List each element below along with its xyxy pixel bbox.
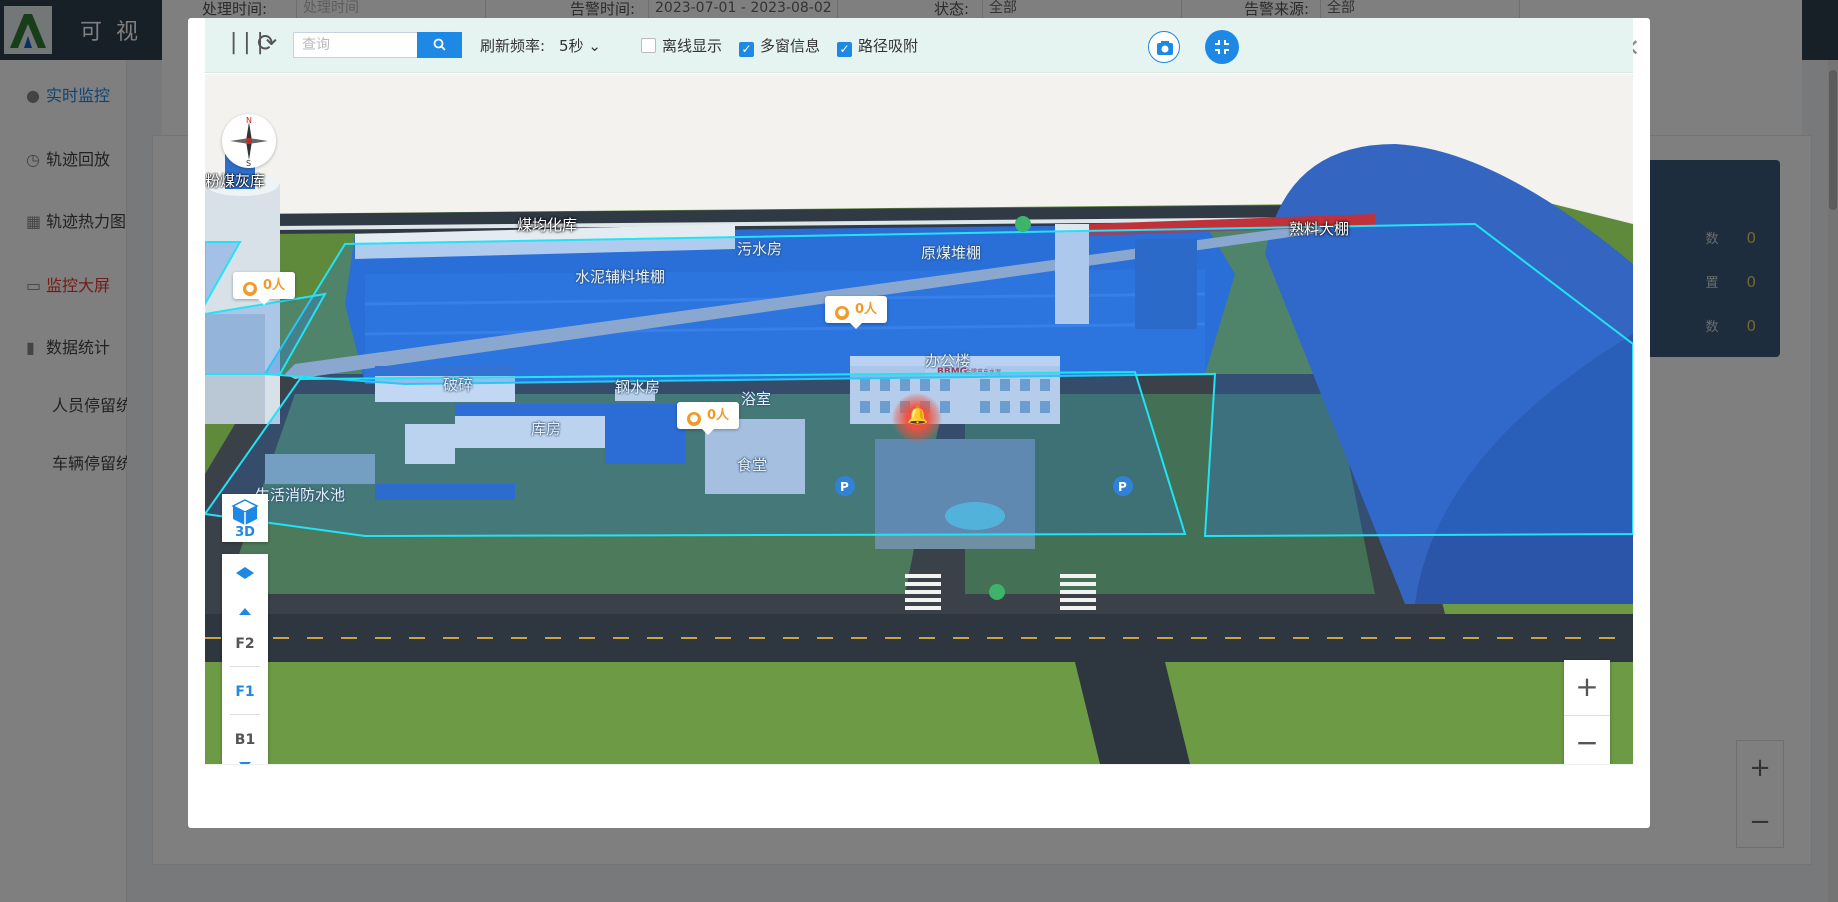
map-label-coal-house[interactable]: 煤均化库: [517, 214, 577, 235]
map-label-pump[interactable]: 钢水房: [615, 376, 660, 397]
chevron-down-icon: ⌄: [588, 37, 601, 55]
map-label-clinker-shed[interactable]: 熟料大棚: [1289, 218, 1349, 239]
compass[interactable]: N S: [222, 114, 276, 168]
refresh-icon[interactable]: ⟳: [257, 30, 281, 56]
zoom-in-button[interactable]: +: [1564, 660, 1610, 714]
zone-person-count[interactable]: ● 0人: [233, 272, 296, 305]
map-footer: [205, 764, 1633, 810]
map-label-canteen[interactable]: 食堂: [737, 454, 767, 475]
map-toolbar: ||| ⟳ 刷新频率: 5秒 ⌄ 离线显示 ✓多窗信息 ✓路径吸附: [205, 18, 1633, 73]
offline-display-checkbox[interactable]: 离线显示: [641, 35, 722, 56]
map-label-cement-shed[interactable]: 水泥辅料堆棚: [575, 266, 665, 287]
compass-north: N: [246, 116, 252, 125]
checkbox-unchecked[interactable]: [641, 38, 656, 53]
search-input[interactable]: [293, 32, 418, 58]
map-label-office[interactable]: 办公楼: [925, 350, 970, 371]
map-label-raw-coal[interactable]: 原煤堆棚: [921, 242, 981, 263]
refresh-rate-select[interactable]: 5秒 ⌄: [559, 35, 601, 56]
layers-icon[interactable]: [235, 566, 255, 580]
zoom-out-button[interactable]: −: [1564, 715, 1610, 764]
search-icon: [433, 38, 446, 51]
checkbox-checked-icon[interactable]: ✓: [739, 42, 754, 57]
floor-divider: [230, 666, 260, 667]
camera-icon[interactable]: [1148, 31, 1180, 63]
alarm-marker[interactable]: 🔔: [892, 393, 942, 443]
parking-icon: P: [840, 480, 849, 494]
floor-f2[interactable]: F2: [222, 636, 268, 652]
compass-south: S: [246, 159, 251, 168]
floor-f1[interactable]: F1: [222, 684, 268, 700]
map-label-sewage[interactable]: 污水房: [737, 238, 782, 259]
path-snap-checkbox[interactable]: ✓ 路径吸附: [837, 35, 918, 57]
person-icon: ●: [687, 412, 701, 426]
map-label-fly-ash[interactable]: 粉煤灰库: [205, 170, 265, 191]
person-icon: ●: [243, 282, 257, 296]
3d-map-viewport[interactable]: BBMG 金隅冀东水泥: [205, 74, 1633, 764]
search-button[interactable]: [417, 32, 462, 58]
compass-icon: N S: [230, 116, 268, 168]
zone-person-count[interactable]: ● 0人: [677, 402, 740, 435]
map-panel: ||| ⟳ 刷新频率: 5秒 ⌄ 离线显示 ✓多窗信息 ✓路径吸附: [205, 18, 1633, 810]
map-label-warehouse[interactable]: 库房: [531, 418, 561, 439]
floor-up-icon[interactable]: [239, 608, 251, 615]
person-icon: ●: [835, 306, 849, 320]
zone-person-count[interactable]: ● 0人: [825, 296, 888, 329]
map-zoom-control: + −: [1564, 660, 1610, 764]
refresh-rate-label: 刷新频率:: [480, 37, 546, 55]
floor-selector: F2 F1 B1: [222, 554, 268, 764]
exit-fullscreen-icon[interactable]: [1205, 30, 1239, 64]
view-mode-label: 3D: [235, 525, 255, 540]
multi-window-checkbox[interactable]: ✓ 多窗信息: [739, 35, 820, 57]
map-modal: ✕ ||| ⟳ 刷新频率: 5秒 ⌄ 离线显示 ✓多窗信息 ✓路径吸附: [188, 18, 1650, 828]
cube-icon: [231, 499, 259, 525]
view-mode-button[interactable]: 3D: [222, 494, 268, 542]
bell-icon: 🔔: [907, 406, 929, 426]
map-label-fire-pool[interactable]: 生活消防水池: [255, 484, 345, 505]
menu-icon[interactable]: |||: [227, 32, 267, 54]
floor-divider: [230, 714, 260, 715]
map-label-crush[interactable]: 破碎: [443, 374, 473, 395]
floor-b1[interactable]: B1: [222, 732, 268, 748]
map-label-bath[interactable]: 浴室: [741, 388, 771, 409]
checkbox-checked-icon[interactable]: ✓: [837, 42, 852, 57]
parking-icon: P: [1118, 480, 1127, 494]
